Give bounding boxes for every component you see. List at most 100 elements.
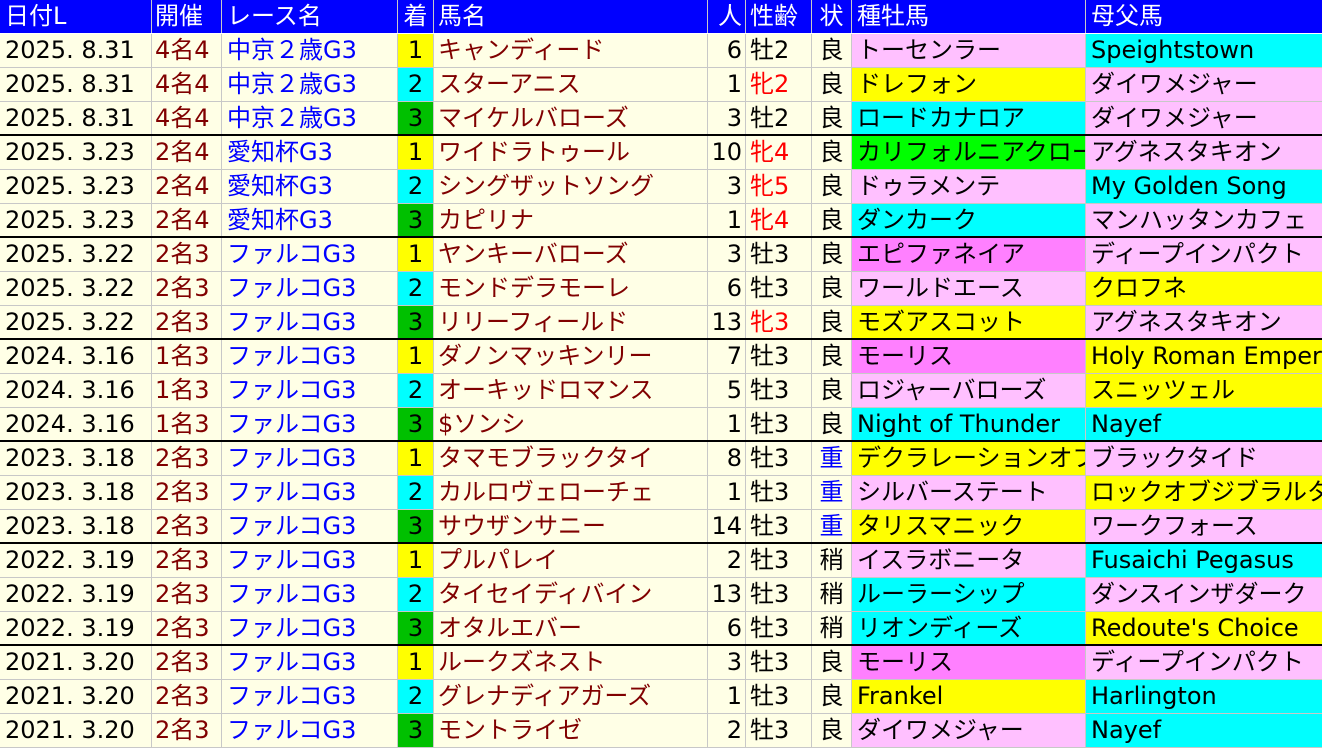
header-dam-sire[interactable]: 母父馬 bbox=[1086, 0, 1322, 33]
cell-sex-age: 牡3 bbox=[746, 340, 812, 373]
cell-sex-age: 牡2 bbox=[746, 102, 812, 135]
cell-sire: モーリス bbox=[852, 646, 1086, 679]
cell-sire: ドゥラメンテ bbox=[852, 170, 1086, 203]
table-row[interactable]: 2022. 3.19 2名3 ファルコG3 1 プルパレイ 2 牡3 稍イスラボニータ Fusa… bbox=[0, 544, 1322, 578]
cell-race: 中京２歳G3 bbox=[222, 34, 398, 67]
cell-meeting: 2名4 bbox=[152, 204, 222, 237]
cell-popularity: 7 bbox=[708, 340, 746, 373]
cell-date: 2025. 8.31 bbox=[0, 68, 152, 101]
cell-popularity: 6 bbox=[708, 34, 746, 67]
header-horse[interactable]: 馬名 bbox=[434, 0, 708, 33]
cell-horse: ルークズネスト bbox=[434, 646, 708, 679]
cell-popularity: 6 bbox=[708, 612, 746, 645]
cell-horse: プルパレイ bbox=[434, 544, 708, 577]
cell-sex-age: 牝4 bbox=[746, 204, 812, 237]
header-popularity[interactable]: 人 bbox=[708, 0, 746, 33]
cell-finish: 1 bbox=[398, 646, 434, 679]
cell-finish: 1 bbox=[398, 34, 434, 67]
cell-finish: 1 bbox=[398, 340, 434, 373]
cell-date: 2025. 3.23 bbox=[0, 170, 152, 203]
cell-sire: ロードカナロア bbox=[852, 102, 1086, 135]
header-finish[interactable]: 着 bbox=[398, 0, 434, 33]
header-race[interactable]: レース名 bbox=[222, 0, 398, 33]
cell-dam-sire: ブラックタイド bbox=[1086, 442, 1322, 475]
cell-sex-age: 牡3 bbox=[746, 272, 812, 305]
cell-horse: モントライゼ bbox=[434, 714, 708, 747]
cell-race: 愛知杯G3 bbox=[222, 170, 398, 203]
header-track[interactable]: 状 bbox=[812, 0, 852, 33]
cell-race: ファルコG3 bbox=[222, 306, 398, 339]
cell-horse: タイセイディバイン bbox=[434, 578, 708, 611]
table-row[interactable]: 2022. 3.19 2名3 ファルコG3 3 オタルエバー 6 牡3 稍リオンディーズ Red… bbox=[0, 612, 1322, 646]
cell-track: 稍 bbox=[812, 544, 852, 577]
cell-date: 2021. 3.20 bbox=[0, 680, 152, 713]
cell-sex-age: 牝3 bbox=[746, 306, 812, 339]
table-row[interactable]: 2025. 8.31 4名4 中京２歳G3 2 スターアニス 1 牝2 良ドレフォン ダイワメジ… bbox=[0, 68, 1322, 102]
cell-horse: マイケルバローズ bbox=[434, 102, 708, 135]
table-row[interactable]: 2025. 3.23 2名4 愛知杯G3 2 シングザットソング 3 牝5 良ドゥラメンテ My… bbox=[0, 170, 1322, 204]
table-row[interactable]: 2025. 3.23 2名4 愛知杯G3 3 カピリナ 1 牝4 良ダンカーク マンハッタンカフ… bbox=[0, 204, 1322, 238]
cell-finish: 3 bbox=[398, 306, 434, 339]
table-row[interactable]: 2023. 3.18 2名3 ファルコG3 1 タマモブラックタイ 8 牡3 重デクラレーショ… bbox=[0, 442, 1322, 476]
cell-horse: カピリナ bbox=[434, 204, 708, 237]
cell-race: 愛知杯G3 bbox=[222, 204, 398, 237]
cell-date: 2025. 3.23 bbox=[0, 204, 152, 237]
table-row[interactable]: 2025. 3.22 2名3 ファルコG3 2 モンドデラモーレ 6 牡3 良ワールドエースク… bbox=[0, 272, 1322, 306]
table-row[interactable]: 2024. 3.16 1名3 ファルコG3 1 ダノンマッキンリー 7 牡3 良モーリス Hol… bbox=[0, 340, 1322, 374]
cell-popularity: 1 bbox=[708, 68, 746, 101]
table-row[interactable]: 2022. 3.19 2名3 ファルコG3 2 タイセイディバイン 13 牡3 稍ルーラーシッ… bbox=[0, 578, 1322, 612]
table-row[interactable]: 2024. 3.16 1名3 ファルコG3 2 オーキッドロマンス 5 牡3 良ロジャーバロー… bbox=[0, 374, 1322, 408]
cell-dam-sire: ダイワメジャー bbox=[1086, 102, 1322, 135]
cell-popularity: 1 bbox=[708, 204, 746, 237]
cell-track: 良 bbox=[812, 306, 852, 339]
table-row[interactable]: 2025. 3.22 2名3 ファルコG3 3 リリーフィールド 13 牝3 良モズアスコット… bbox=[0, 306, 1322, 340]
cell-date: 2022. 3.19 bbox=[0, 544, 152, 577]
cell-horse: $ソンシ bbox=[434, 408, 708, 441]
cell-popularity: 2 bbox=[708, 544, 746, 577]
cell-popularity: 10 bbox=[708, 136, 746, 169]
cell-sex-age: 牝5 bbox=[746, 170, 812, 203]
cell-sire: ドレフォン bbox=[852, 68, 1086, 101]
cell-date: 2025. 3.22 bbox=[0, 238, 152, 271]
table-row[interactable]: 2021. 3.20 2名3 ファルコG3 1 ルークズネスト 3 牡3 良モーリス ディープイ… bbox=[0, 646, 1322, 680]
cell-finish: 1 bbox=[398, 544, 434, 577]
cell-sire: ダイワメジャー bbox=[852, 714, 1086, 747]
table-row[interactable]: 2025. 8.31 4名4 中京２歳G3 3 マイケルバローズ 3 牡2 良ロードカナロアダ… bbox=[0, 102, 1322, 136]
table-row[interactable]: 2023. 3.18 2名3 ファルコG3 2 カルロヴェローチェ 1 牡3 重シルバーステー… bbox=[0, 476, 1322, 510]
cell-dam-sire: クロフネ bbox=[1086, 272, 1322, 305]
table-row[interactable]: 2024. 3.16 1名3 ファルコG3 3 $ソンシ 1 牡3 良 Night of Thu… bbox=[0, 408, 1322, 442]
table-row[interactable]: 2023. 3.18 2名3 ファルコG3 3 サウザンサニー 14 牡3 重タリスマニックワ… bbox=[0, 510, 1322, 544]
cell-race: ファルコG3 bbox=[222, 510, 398, 543]
cell-meeting: 1名3 bbox=[152, 374, 222, 407]
cell-track: 良 bbox=[812, 646, 852, 679]
cell-finish: 1 bbox=[398, 136, 434, 169]
cell-track: 良 bbox=[812, 374, 852, 407]
cell-popularity: 3 bbox=[708, 170, 746, 203]
table-row[interactable]: 2025. 3.22 2名3 ファルコG3 1 ヤンキーバローズ 3 牡3 良エピファネイアデ… bbox=[0, 238, 1322, 272]
header-sire[interactable]: 種牡馬 bbox=[852, 0, 1086, 33]
cell-race: ファルコG3 bbox=[222, 476, 398, 509]
header-sex-age[interactable]: 性齢 bbox=[746, 0, 812, 33]
cell-finish: 3 bbox=[398, 102, 434, 135]
cell-race: 愛知杯G3 bbox=[222, 136, 398, 169]
cell-sex-age: 牡3 bbox=[746, 714, 812, 747]
header-date[interactable]: 日付L bbox=[0, 0, 152, 33]
table-row[interactable]: 2021. 3.20 2名3 ファルコG3 3 モントライゼ 2 牡3 良ダイワメジャー Nay… bbox=[0, 714, 1322, 748]
cell-finish: 2 bbox=[398, 476, 434, 509]
cell-sex-age: 牡3 bbox=[746, 238, 812, 271]
cell-dam-sire: ディープインパクト bbox=[1086, 646, 1322, 679]
cell-popularity: 6 bbox=[708, 272, 746, 305]
table-row[interactable]: 2025. 3.23 2名4 愛知杯G3 1 ワイドラトゥール 10 牝4 良カリフォルニアク… bbox=[0, 136, 1322, 170]
cell-meeting: 1名3 bbox=[152, 408, 222, 441]
cell-popularity: 8 bbox=[708, 442, 746, 475]
cell-date: 2024. 3.16 bbox=[0, 408, 152, 441]
table-row[interactable]: 2025. 8.31 4名4 中京２歳G3 1 キャンディード 6 牡2 良トーセンラー Spe… bbox=[0, 34, 1322, 68]
cell-sire: ワールドエース bbox=[852, 272, 1086, 305]
cell-date: 2021. 3.20 bbox=[0, 646, 152, 679]
cell-dam-sire: Speightstown bbox=[1086, 34, 1322, 67]
cell-track: 良 bbox=[812, 340, 852, 373]
header-meeting[interactable]: 開催 bbox=[152, 0, 222, 33]
table-row[interactable]: 2021. 3.20 2名3 ファルコG3 2 グレナディアガーズ 1 牡3 良 Frankel… bbox=[0, 680, 1322, 714]
cell-sex-age: 牡3 bbox=[746, 442, 812, 475]
cell-dam-sire: スニッツェル bbox=[1086, 374, 1322, 407]
